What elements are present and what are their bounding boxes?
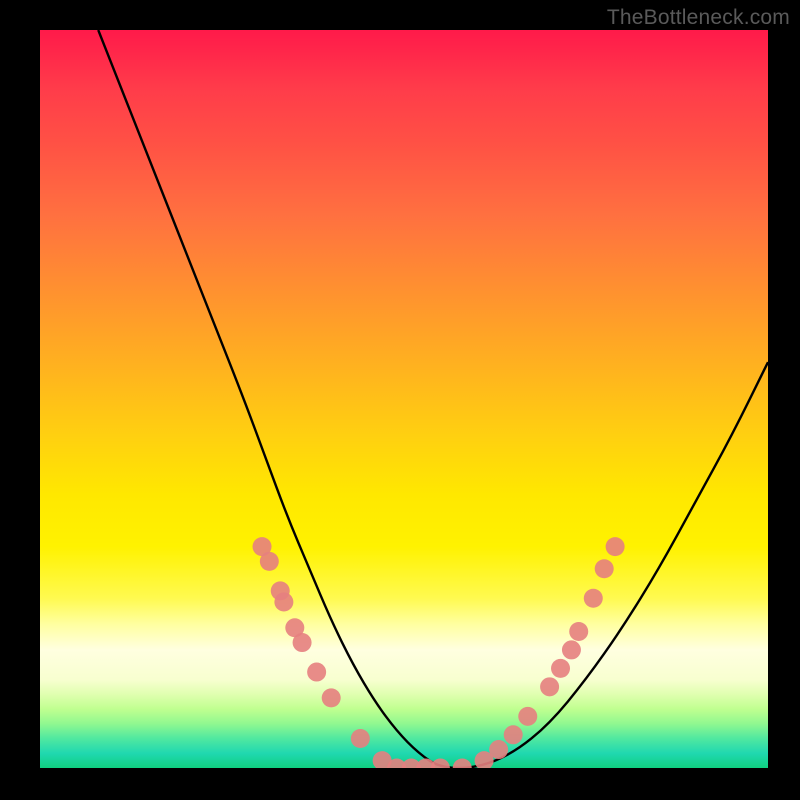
watermark-text: TheBottleneck.com (607, 6, 790, 30)
marker-dot (307, 663, 326, 682)
curve-svg (40, 30, 768, 768)
marker-dot (569, 622, 588, 641)
marker-dot (518, 707, 537, 726)
marker-dot (584, 589, 603, 608)
marker-dot (322, 688, 341, 707)
marker-dot (562, 640, 581, 659)
marker-dot (351, 729, 370, 748)
marker-dot (606, 537, 625, 556)
marker-dot (489, 740, 508, 759)
highlight-markers (253, 537, 625, 768)
marker-dot (293, 633, 312, 652)
marker-dot (551, 659, 570, 678)
marker-dot (260, 552, 279, 571)
plot-area (40, 30, 768, 768)
marker-dot (595, 559, 614, 578)
marker-dot (431, 759, 450, 769)
chart-container: TheBottleneck.com (0, 0, 800, 800)
marker-dot (453, 759, 472, 769)
bottleneck-curve (98, 30, 768, 768)
marker-dot (504, 725, 523, 744)
marker-dot (274, 592, 293, 611)
marker-dot (540, 677, 559, 696)
